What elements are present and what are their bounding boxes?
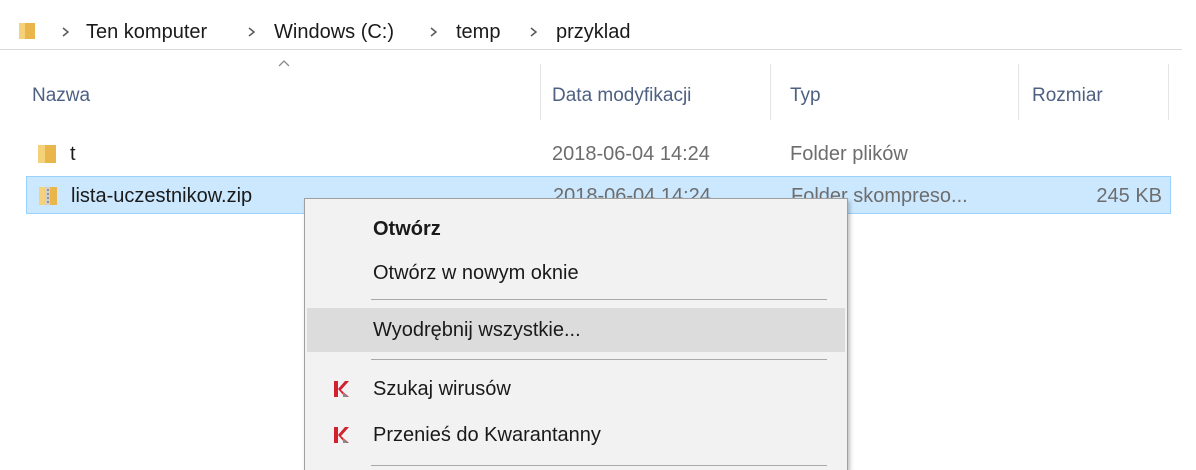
column-header-name[interactable]: Nazwa [32,84,90,108]
column-divider[interactable] [1018,64,1019,120]
chevron-right-icon[interactable] [528,20,540,44]
menu-item-label: Wyodrębnij wszystkie... [373,319,581,341]
chevron-right-icon[interactable] [428,20,440,44]
breadcrumb-item-temp[interactable]: temp [456,20,500,44]
file-size: 245 KB [1096,185,1162,207]
file-date: 2018-06-04 14:24 [552,143,710,165]
column-header-type[interactable]: Typ [790,84,821,108]
file-type: Folder plików [790,143,908,165]
folder-icon [19,23,35,39]
address-bar[interactable]: Ten komputer Windows (C:) temp przyklad [0,0,1182,50]
menu-item-quarantine[interactable]: Przenieś do Kwarantanny [307,413,845,457]
kaspersky-icon [334,427,349,443]
menu-separator [371,359,827,360]
menu-item-open-new-window[interactable]: Otwórz w nowym oknie [307,251,845,295]
menu-item-extract-all[interactable]: Wyodrębnij wszystkie... [307,308,845,352]
menu-item-label: Szukaj wirusów [373,378,511,400]
menu-item-scan-viruses[interactable]: Szukaj wirusów [307,367,845,411]
menu-separator [371,299,827,300]
chevron-right-icon[interactable] [60,20,72,44]
kaspersky-icon [334,381,349,397]
file-row-folder[interactable]: t 2018-06-04 14:24 Folder plików [26,135,1171,173]
column-header-date[interactable]: Data modyfikacji [552,84,691,108]
breadcrumb-item-computer[interactable]: Ten komputer [86,20,207,44]
breadcrumb-item-drive[interactable]: Windows (C:) [274,20,394,44]
file-name: t [70,143,76,165]
zip-folder-icon [39,187,57,205]
menu-item-open[interactable]: Otwórz [307,207,845,251]
menu-item-label: Otwórz w nowym oknie [373,262,579,284]
breadcrumb-item-przyklad[interactable]: przyklad [556,20,630,44]
context-menu: Otwórz Otwórz w nowym oknie Wyodrębnij w… [304,198,848,470]
column-divider[interactable] [770,64,771,120]
file-explorer-window: Ten komputer Windows (C:) temp przyklad … [0,0,1196,470]
column-header-size[interactable]: Rozmiar [1032,84,1103,108]
folder-icon [38,145,56,163]
file-name: lista-uczestnikow.zip [71,185,253,207]
sort-ascending-icon [278,60,290,67]
column-divider[interactable] [540,64,541,120]
chevron-right-icon[interactable] [246,20,258,44]
column-divider[interactable] [1168,64,1169,120]
menu-separator [371,465,827,466]
menu-item-label: Przenieś do Kwarantanny [373,424,601,446]
menu-item-label: Otwórz [373,218,441,240]
